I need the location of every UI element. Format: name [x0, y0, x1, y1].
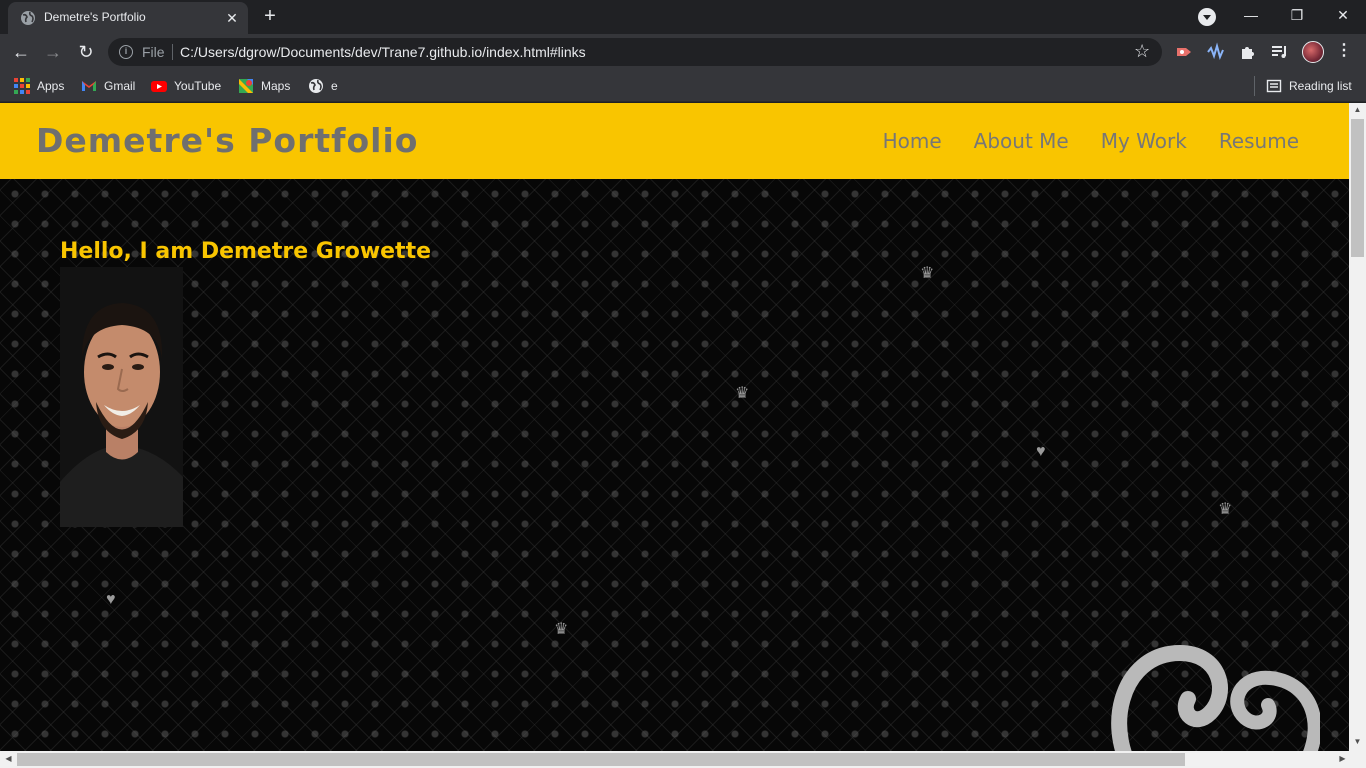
decorative-heart-icon: ♥	[1036, 443, 1046, 460]
scroll-up-icon[interactable]: ▲	[1349, 105, 1366, 114]
decorative-heart-icon: ♥	[106, 591, 116, 608]
extension-wave-icon[interactable]	[1206, 42, 1226, 62]
extension-record-icon[interactable]	[1174, 42, 1194, 62]
bookmark-e[interactable]: e	[308, 76, 338, 96]
decorative-heart-swirl	[1111, 644, 1320, 751]
horizontal-scrollbar[interactable]: ◀ ▶	[0, 751, 1366, 768]
decorative-crown-icon: ♛	[920, 265, 935, 282]
bookmark-apps[interactable]: Apps	[14, 76, 64, 96]
restore-icon[interactable]: ❐	[1274, 0, 1320, 32]
forward-icon[interactable]: →	[40, 39, 66, 65]
bookmark-label: Maps	[261, 79, 291, 93]
bookmark-label: e	[331, 79, 338, 93]
gmail-icon	[82, 81, 96, 91]
browser-toolbar: ← → ↻ i File C:/Users/dgrow/Documents/de…	[0, 34, 1366, 70]
globe-icon	[309, 79, 323, 93]
nav-link-resume[interactable]: Resume	[1219, 129, 1299, 153]
bookmark-maps[interactable]: Maps	[238, 76, 290, 96]
bookmark-label: Apps	[37, 79, 65, 93]
profile-avatar[interactable]	[1302, 41, 1324, 63]
address-bar[interactable]: i File C:/Users/dgrow/Documents/dev/Tran…	[108, 38, 1162, 66]
bookmark-label: YouTube	[174, 79, 222, 93]
new-tab-button[interactable]: +	[258, 5, 282, 29]
bookmark-label: Gmail	[104, 79, 136, 93]
extensions-puzzle-icon[interactable]	[1238, 42, 1258, 62]
reading-list-button[interactable]: Reading list	[1266, 76, 1352, 96]
decorative-crown-icon: ♛	[554, 621, 569, 638]
url-text[interactable]: C:/Users/dgrow/Documents/dev/Trane7.gith…	[180, 44, 586, 60]
vertical-scroll-thumb[interactable]	[1351, 119, 1364, 257]
divider	[172, 44, 173, 60]
media-queue-icon[interactable]	[1270, 42, 1290, 62]
vertical-scrollbar[interactable]: ▲ ▼	[1349, 103, 1366, 751]
profile-photo	[60, 267, 183, 527]
window-close-icon[interactable]: ✕	[1320, 0, 1366, 32]
bookmark-gmail[interactable]: Gmail	[81, 76, 135, 96]
tab-search-icon[interactable]	[1198, 8, 1216, 26]
back-icon[interactable]: ←	[8, 39, 34, 65]
site-nav: Home About Me My Work Resume	[883, 129, 1299, 153]
reload-icon[interactable]: ↻	[73, 39, 99, 65]
maps-icon	[239, 79, 253, 93]
decorative-crown-icon: ♛	[1218, 501, 1233, 518]
reading-list-icon	[1266, 79, 1282, 93]
bookmark-star-icon[interactable]: ☆	[1134, 41, 1150, 62]
scroll-right-icon[interactable]: ▶	[1334, 754, 1351, 763]
greeting-heading: Hello, I am Demetre Growette	[60, 239, 432, 264]
nav-link-my-work[interactable]: My Work	[1101, 129, 1187, 153]
youtube-icon	[151, 81, 167, 92]
apps-icon	[14, 78, 30, 94]
url-scheme: File	[142, 44, 165, 60]
menu-kebab-icon[interactable]: ⋮	[1336, 42, 1352, 62]
nav-link-home[interactable]: Home	[883, 129, 942, 153]
scroll-left-icon[interactable]: ◀	[0, 754, 17, 763]
globe-icon	[21, 11, 35, 25]
bookmark-youtube[interactable]: YouTube	[151, 76, 221, 96]
minimize-icon[interactable]: —	[1228, 0, 1274, 32]
reading-list-label: Reading list	[1289, 79, 1352, 93]
tab-title: Demetre's Portfolio	[44, 10, 146, 24]
info-icon[interactable]: i	[119, 45, 133, 59]
tab-strip: Demetre's Portfolio ✕ + — ❐ ✕	[0, 0, 1366, 34]
nav-link-about-me[interactable]: About Me	[974, 129, 1069, 153]
horizontal-scroll-thumb[interactable]	[17, 753, 1185, 766]
close-icon[interactable]: ✕	[222, 8, 242, 28]
bookmarks-bar: Apps Gmail YouTube Maps e Reading list	[0, 70, 1366, 102]
scroll-down-icon[interactable]: ▼	[1349, 737, 1366, 746]
browser-tab[interactable]: Demetre's Portfolio ✕	[8, 2, 248, 34]
decorative-crown-icon: ♛	[735, 385, 750, 402]
site-header: Demetre's Portfolio Home About Me My Wor…	[0, 103, 1349, 179]
divider	[1254, 76, 1255, 96]
page-viewport: ♛ ♛ ♥ ♛ ♛ ♥ Demetre's Portfolio Home Abo…	[0, 103, 1349, 751]
site-brand[interactable]: Demetre's Portfolio	[36, 121, 418, 160]
